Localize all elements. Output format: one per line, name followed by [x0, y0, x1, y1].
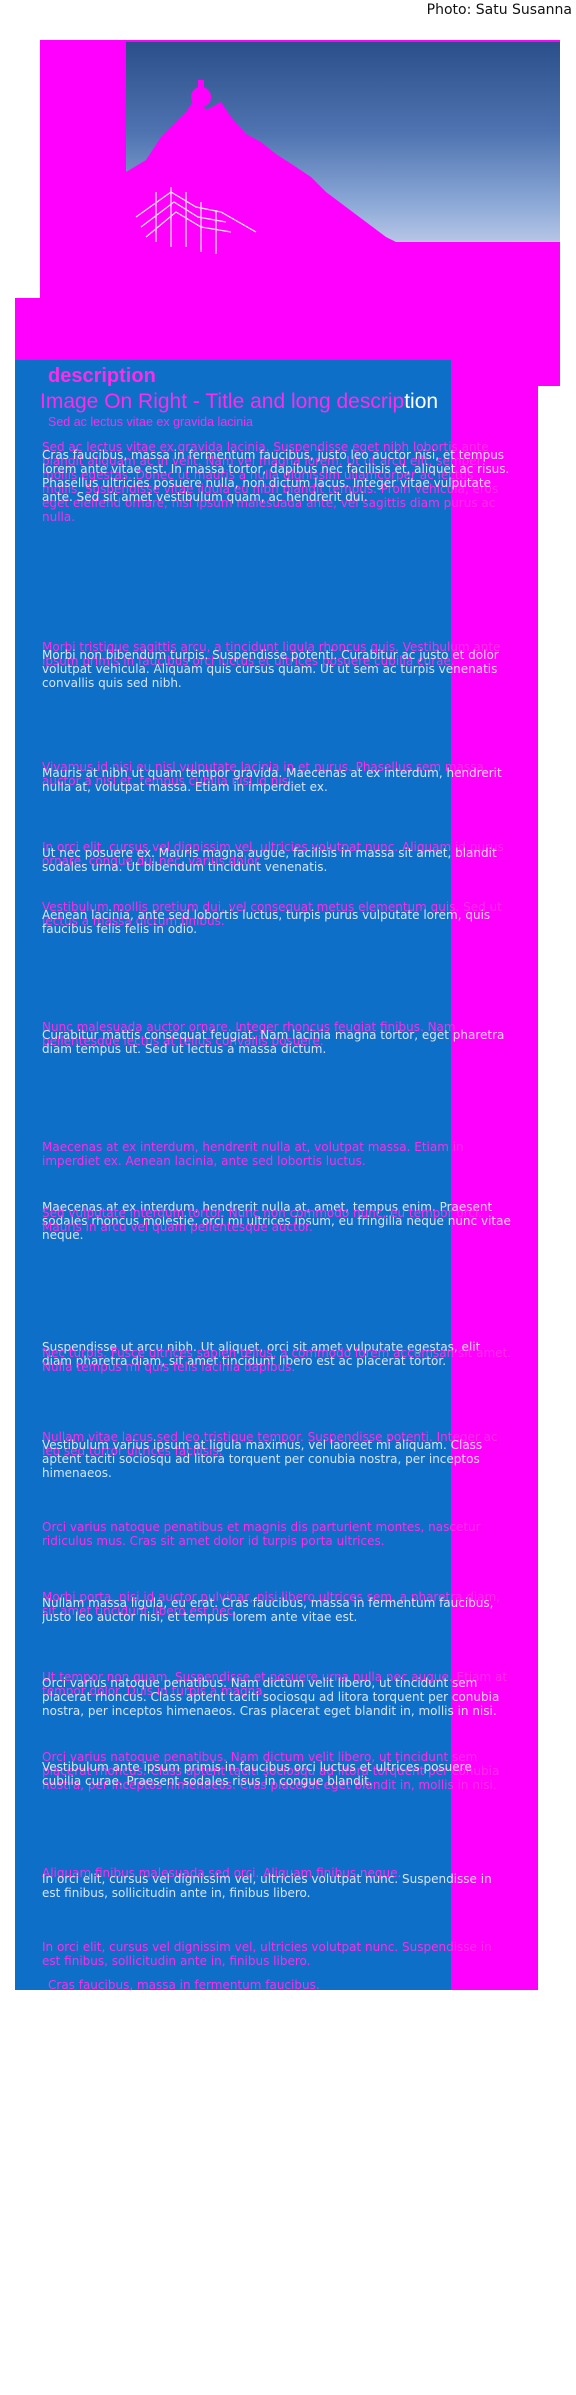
paragraph: Maecenas at ex interdum, hendrerit nulla…: [42, 1140, 464, 1168]
paragraph: Ut nec posuere ex. Mauris magna augue, f…: [42, 846, 497, 874]
paragraph: In orci elit, cursus vel dignissim vel, …: [42, 1872, 492, 1900]
title-rest: tion: [404, 390, 439, 413]
paragraph: Cras faucibus, massa in fermentum faucib…: [42, 448, 510, 504]
photo-credit: Photo: Satu Susanna: [426, 2, 572, 18]
paragraph: Nec turpis. Fusce ultrices sapien tellus…: [42, 1346, 512, 1374]
paragraph: In orci elit, cursus vel dignissim vel, …: [42, 1940, 492, 1968]
image-frame-left: [40, 40, 126, 300]
paragraph: Sed vulputate interdum tortor. Nunc non …: [42, 1206, 483, 1234]
paragraph: Cras faucibus, massa in fermentum faucib…: [48, 1978, 320, 1992]
description-label: description: [48, 365, 156, 387]
building-photo: [126, 42, 560, 300]
paragraph: Nullam massa ligula, eu erat. Cras fauci…: [42, 1596, 494, 1624]
paragraph: Orci varius natoque penatibus. Nam dictu…: [42, 1676, 500, 1718]
paragraph: Aenean lacinia, ante sed lobortis luctus…: [42, 908, 491, 936]
paragraph: Mauris at nibh ut quam tempor gravida. M…: [42, 766, 502, 794]
card-title: Image On Right - Title and long descript…: [40, 390, 438, 414]
paragraph: Vestibulum ante ipsum primis in faucibus…: [42, 1760, 472, 1788]
paragraph: Morbi non bibendum turpis. Suspendisse p…: [42, 648, 499, 690]
paragraph: Curabitur mattis consequat feugiat. Nam …: [42, 1028, 505, 1056]
title-highlight: Image On Right - Title and long descrip: [40, 390, 405, 413]
card-subtitle: Sed ac lectus vitae ex gravida lacinia: [48, 415, 253, 429]
paragraph: Orci varius natoque penatibus et magnis …: [42, 1520, 481, 1548]
